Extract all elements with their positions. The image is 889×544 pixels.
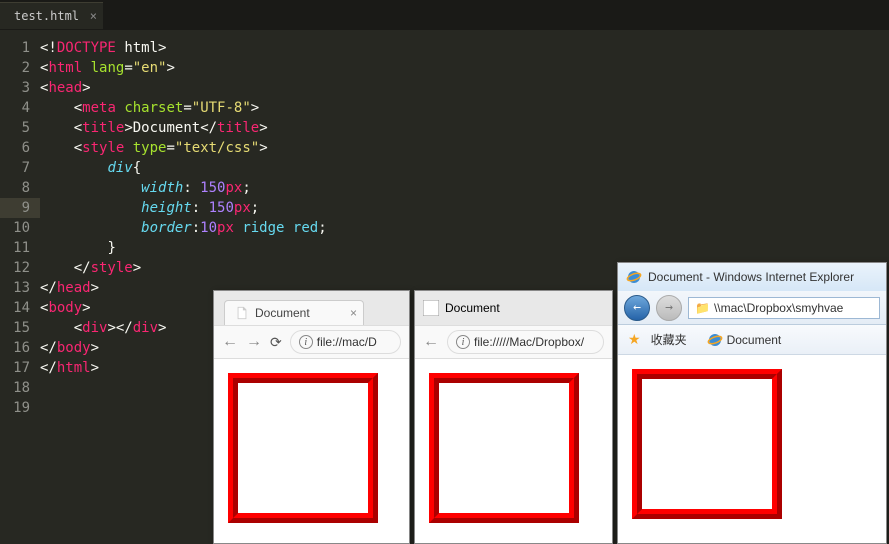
chrome-tab[interactable]: Document ×: [224, 300, 364, 325]
ff-tab-label[interactable]: Document: [445, 301, 500, 315]
editor-tab[interactable]: test.html ×: [0, 2, 103, 29]
ie-favbar: ★ 收藏夹 Document: [618, 325, 886, 355]
chrome-window-1: Document × ← → ⟳ i file://mac/D: [213, 290, 410, 544]
ff-toolbar: ← i file://///Mac/Dropbox/: [415, 325, 612, 359]
info-icon[interactable]: i: [456, 335, 470, 349]
url-text: file://mac/D: [317, 335, 377, 349]
back-icon[interactable]: ←: [222, 333, 238, 351]
chrome-toolbar: ← → ⟳ i file://mac/D: [214, 325, 409, 359]
ie-navbar: ← → 📁 \\mac\Dropbox\smyhvae: [618, 291, 886, 325]
url-text: \\mac\Dropbox\smyhvae: [714, 301, 843, 315]
page-icon: [423, 300, 439, 316]
close-icon[interactable]: ×: [350, 306, 357, 320]
reload-icon[interactable]: ⟳: [270, 334, 282, 351]
watermark: @51CTO博客: [798, 519, 879, 538]
ie-tab[interactable]: Document: [707, 332, 782, 348]
folder-icon: 📁: [695, 301, 710, 315]
forward-icon[interactable]: →: [246, 333, 262, 351]
chrome-tabstrip: Document ×: [214, 291, 409, 325]
chrome-tab-label: Document: [255, 306, 310, 320]
ie-titlebar: Document - Windows Internet Explorer: [618, 263, 886, 291]
info-icon[interactable]: i: [299, 335, 313, 349]
star-icon[interactable]: ★: [628, 331, 641, 348]
editor-tab-label: test.html: [14, 9, 79, 23]
page-icon: [235, 306, 249, 320]
close-icon[interactable]: ×: [90, 9, 97, 23]
address-bar[interactable]: 📁 \\mac\Dropbox\smyhvae: [688, 297, 880, 319]
demo-div: [228, 373, 378, 523]
address-bar[interactable]: i file://///Mac/Dropbox/: [447, 330, 604, 354]
line-gutter: 12345678910111213141516171819: [0, 30, 40, 418]
ie-title-text: Document - Windows Internet Explorer: [648, 270, 854, 284]
ff-tabstrip: Document: [415, 291, 612, 325]
demo-div: [429, 373, 579, 523]
viewport: [415, 359, 612, 537]
address-bar[interactable]: i file://mac/D: [290, 330, 401, 354]
ie-tab-label: Document: [727, 333, 782, 347]
forward-button[interactable]: →: [656, 295, 682, 321]
viewport: [214, 359, 409, 537]
back-button[interactable]: ←: [624, 295, 650, 321]
ie-icon: [707, 332, 723, 348]
demo-div: [632, 369, 782, 519]
favorites-label[interactable]: 收藏夹: [651, 331, 687, 348]
ie-icon: [626, 269, 642, 285]
url-text: file://///Mac/Dropbox/: [474, 335, 584, 349]
browser-window-2: Document ← i file://///Mac/Dropbox/: [414, 290, 613, 544]
ie-window: Document - Windows Internet Explorer ← →…: [617, 262, 887, 544]
back-icon[interactable]: ←: [423, 333, 439, 351]
viewport: [618, 355, 886, 533]
editor-tabbar: test.html ×: [0, 0, 889, 30]
